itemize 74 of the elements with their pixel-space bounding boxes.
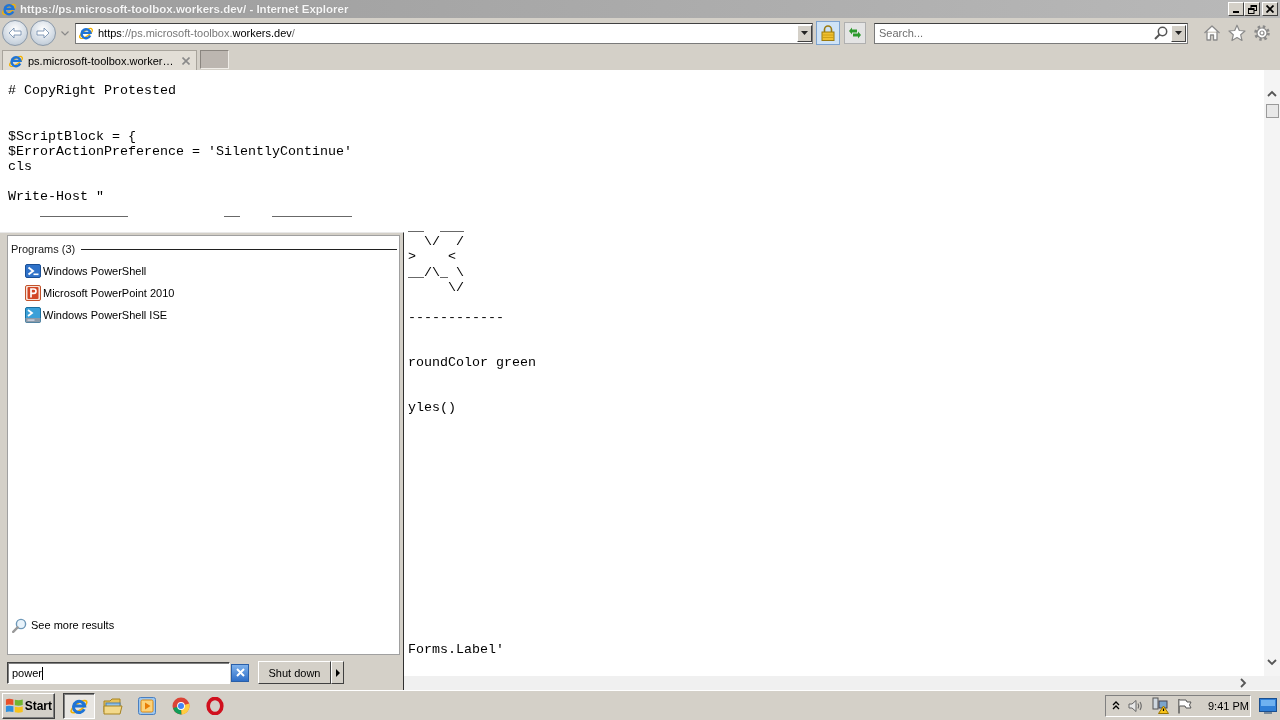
taskbar-button[interactable] [63,692,95,719]
shut-down-button[interactable]: Shut down [258,661,331,684]
ring-logo-icon [206,696,224,715]
e-logo-icon [1,1,17,17]
scrollbar-thumb[interactable] [1265,104,1279,118]
windows-flag-icon [5,697,24,714]
clear-search-button[interactable] [231,663,249,682]
star-icon[interactable] [1228,24,1246,42]
code-line: __/\_ \ [408,264,464,280]
circle-logo-icon [172,696,190,715]
flag-icon[interactable] [1177,697,1192,714]
code-line: \/ / [423,234,464,250]
code-line: Write-Host " [8,189,104,205]
vertical-scrollbar[interactable] [1264,70,1280,676]
restore-icon [1247,4,1257,14]
forward-button[interactable] [30,20,56,46]
code-line: > < [408,249,456,265]
play-icon [138,696,156,715]
arrow-right-icon [36,27,50,39]
code-line: ___________ __ __________ [39,204,352,220]
code-line: yles() [408,400,456,416]
code-line: Forms.Label' [408,641,504,657]
close-icon [1266,5,1274,13]
terminal-prompt-icon [25,263,41,279]
code-line: roundColor green [408,355,536,371]
code-line: __ ___ [408,219,464,235]
swap-arrows-icon [847,26,863,40]
minimize-button[interactable] [1228,2,1244,16]
code-line: $ErrorActionPreference = 'SilentlyContinue' [8,143,352,159]
close-icon [235,668,245,677]
code-line: ------------ [408,309,504,325]
search-icon [12,617,27,633]
search-icon[interactable] [1154,25,1168,40]
browser-tab[interactable]: ps.microsoft-toolbox.worker… [2,50,197,70]
see-more-results-link[interactable]: See more results [11,616,115,634]
code-line: $ScriptBlock = { [8,128,136,144]
address-dropdown-button[interactable] [797,24,812,42]
e-logo-icon [78,25,94,41]
new-tab-button[interactable] [200,50,229,69]
program-item[interactable]: Windows PowerShell [11,260,147,282]
padlock-icon [821,25,835,41]
arrow-left-icon [8,27,22,39]
show-hidden-icons-icon[interactable] [1112,701,1120,710]
code-line: # CopyRight Protested [8,83,176,99]
search-field[interactable]: Search... [874,22,1188,44]
slides-logo-icon [25,285,41,301]
clock-text[interactable]: 9:41 PM [1208,699,1249,712]
text-cursor-icon [42,666,43,680]
program-item[interactable]: Windows PowerShell ISE [11,304,168,326]
start-button[interactable]: Start [2,692,55,719]
caret-down-icon [1175,31,1182,35]
caret-down-icon [61,30,69,36]
terminal-window-icon [25,307,41,323]
monitor-icon [1259,697,1277,714]
refresh-button[interactable] [844,22,866,44]
search-field[interactable]: power [7,661,230,684]
settings-icon[interactable] [1253,24,1271,42]
shutdown-options-button[interactable] [331,661,344,684]
home-icon[interactable] [1203,24,1221,42]
address-bar[interactable]: https://ps.microsoft-toolbox.workers.dev/ [75,22,813,44]
close-button[interactable] [1262,2,1278,16]
restore-button[interactable] [1244,2,1260,16]
program-item[interactable]: Microsoft PowerPoint 2010 [11,282,175,304]
speaker-icon[interactable] [1128,697,1144,714]
caret-right-icon [335,668,340,677]
close-tab-icon[interactable] [182,56,190,65]
caret-down-icon [801,31,808,35]
network-warning-icon[interactable] [1152,697,1169,714]
back-button[interactable] [2,20,28,46]
group-heading: Programs (3) [11,243,76,255]
folder-icon [103,696,123,715]
window-title: https://ps.microsoft-toolbox.workers.dev/ - Internet Explorer [20,3,350,15]
code-line: cls [8,158,32,174]
code-line: \/ [447,279,464,295]
